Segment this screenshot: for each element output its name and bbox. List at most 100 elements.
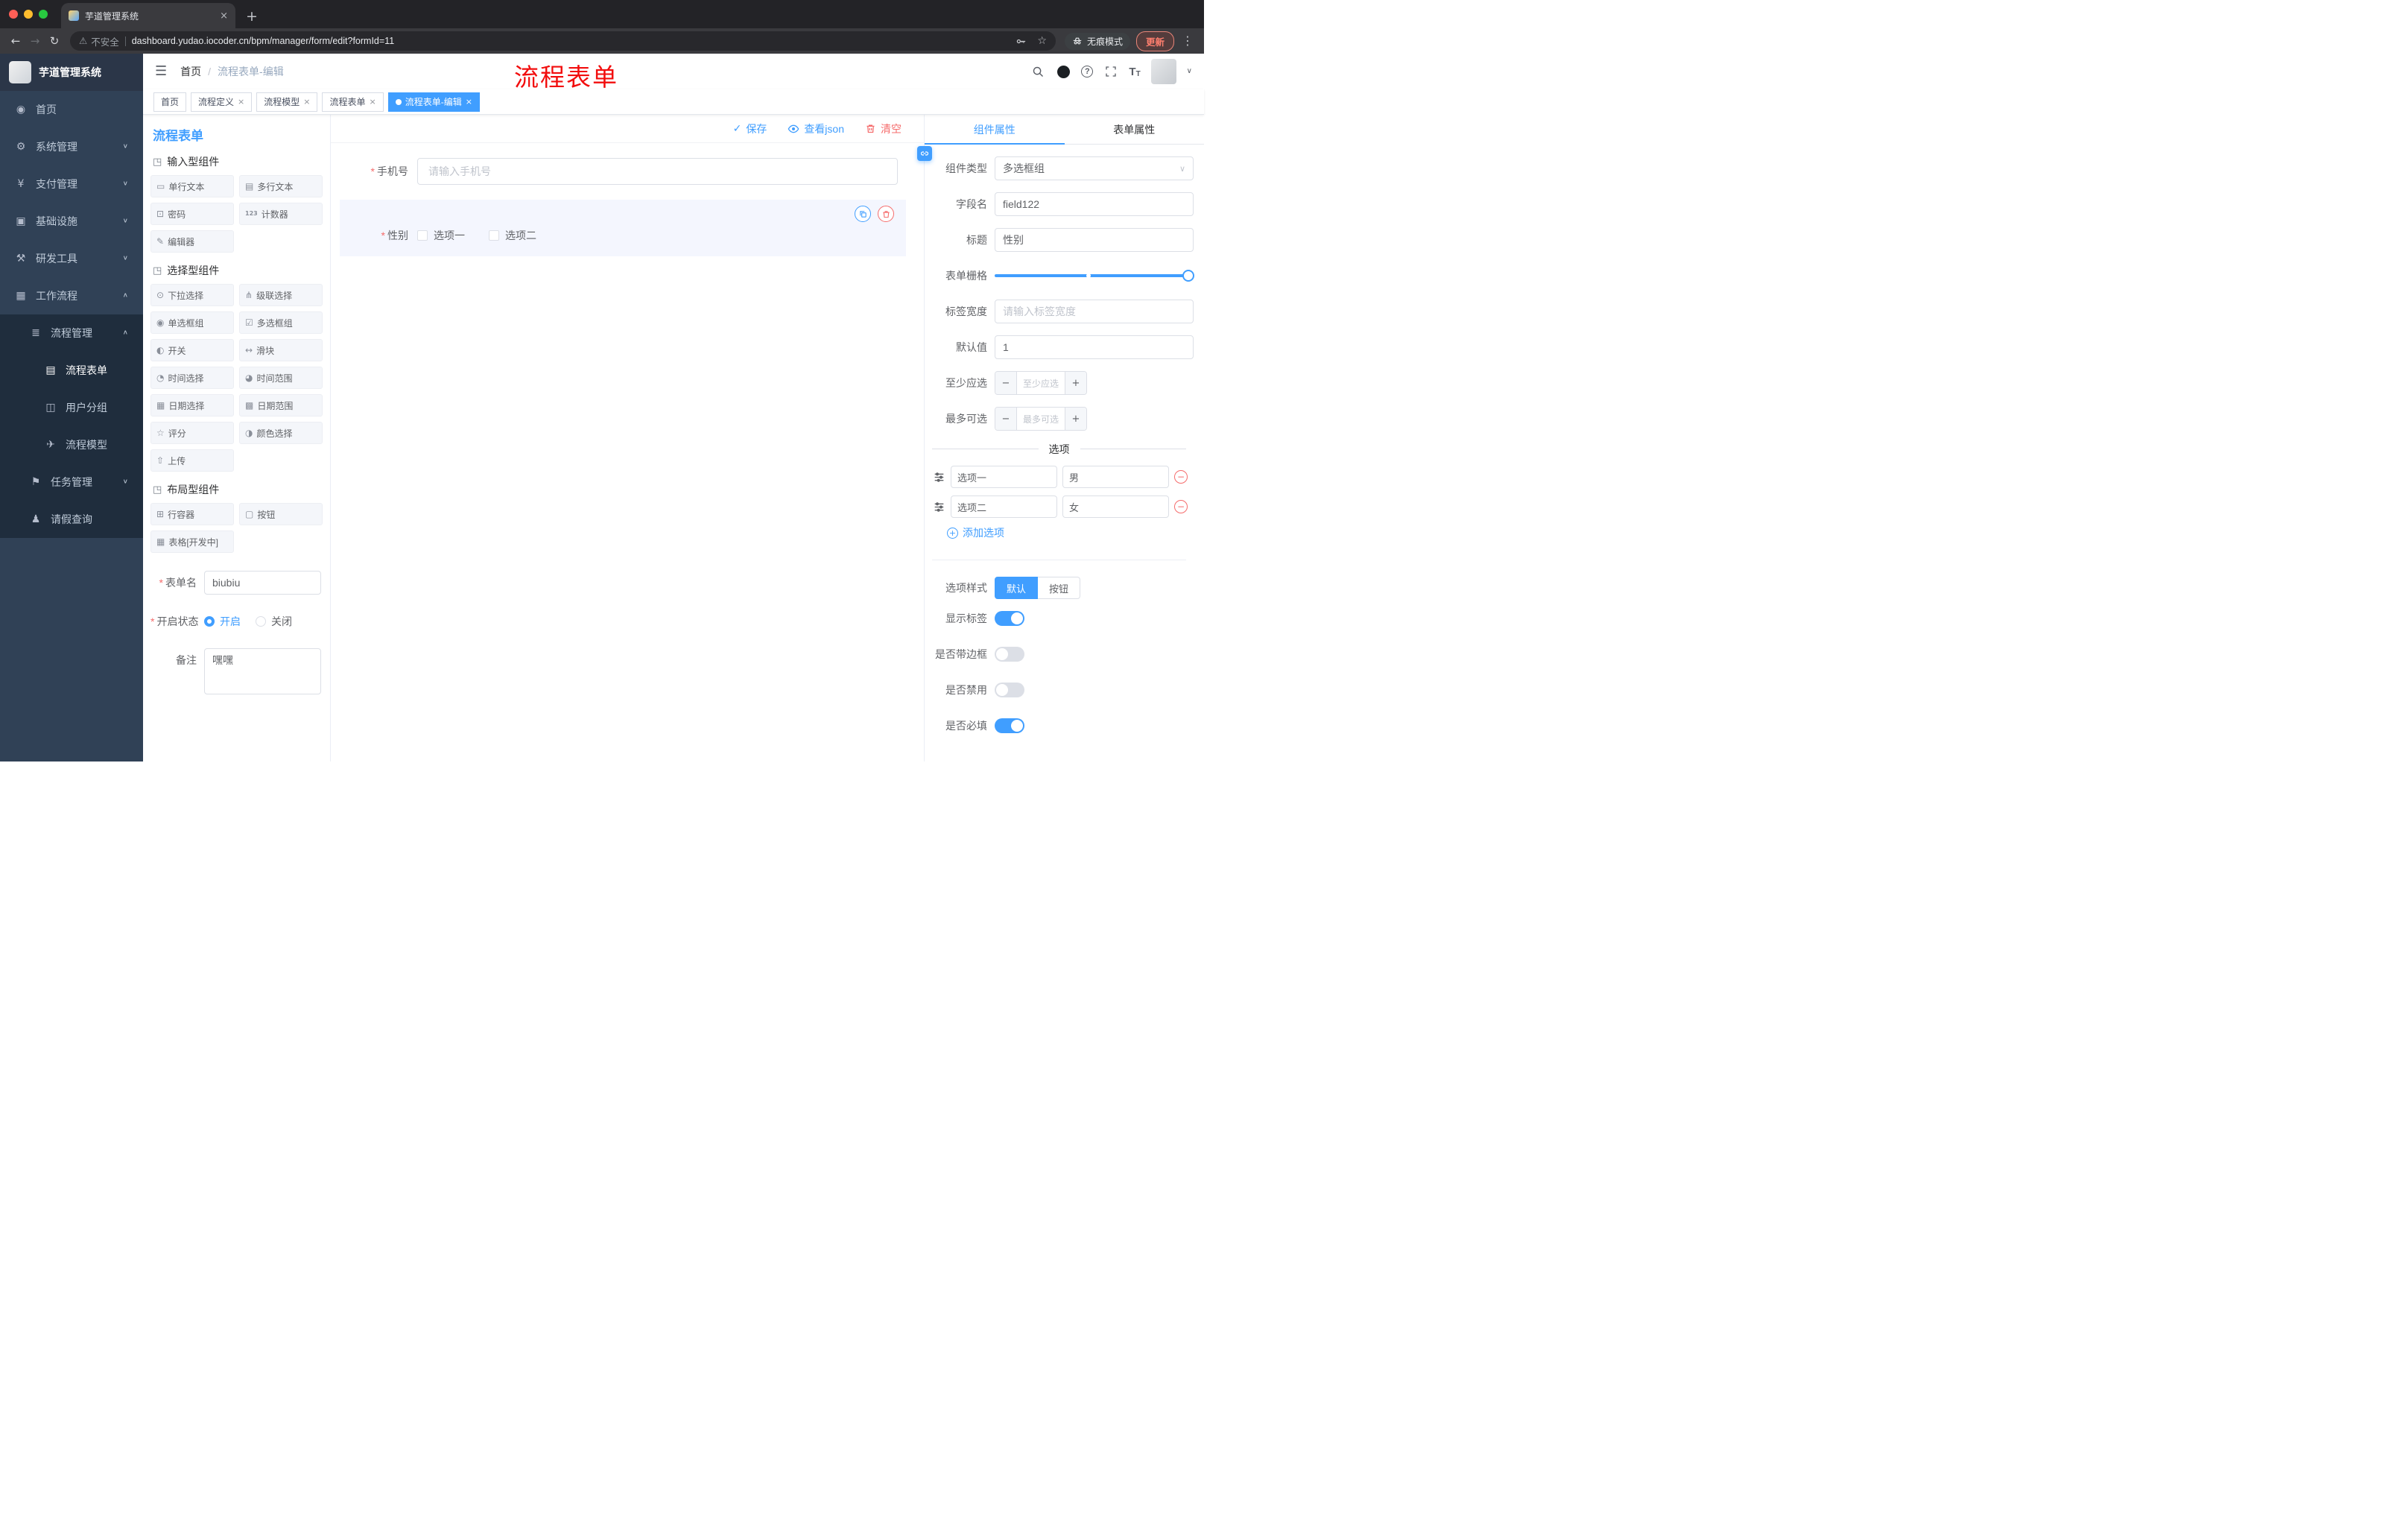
add-option-button[interactable]: + 添加选项 <box>947 525 1194 540</box>
save-button[interactable]: ✓ 保存 <box>733 121 767 136</box>
required-switch[interactable] <box>995 718 1024 733</box>
form-remark-textarea[interactable]: 嘿嘿 <box>204 648 321 694</box>
sidebar-collapse-icon[interactable]: ☰ <box>155 65 167 78</box>
palette-item-dropdown[interactable]: ⊙ 下拉选择 <box>150 284 234 306</box>
sidebar-item-user-group[interactable]: ◫ 用户分组 <box>0 389 143 426</box>
option-value-input[interactable] <box>1062 466 1169 488</box>
style-default-button[interactable]: 默认 <box>995 577 1039 599</box>
slider-knob[interactable] <box>1182 270 1194 282</box>
sidebar-item-workflow[interactable]: ▦ 工作流程 ∧ <box>0 277 143 314</box>
field-name-input[interactable] <box>995 192 1194 216</box>
reload-button[interactable]: ↻ <box>45 35 64 47</box>
palette-item-editor[interactable]: ✎ 编辑器 <box>150 230 234 253</box>
sidebar-item-home[interactable]: ◉ 首页 <box>0 91 143 128</box>
gender-option1-checkbox[interactable]: 选项一 <box>417 228 465 243</box>
palette-item-multi-line-text[interactable]: ▤ 多行文本 <box>239 175 323 197</box>
tag-process-model[interactable]: 流程模型 × <box>256 92 318 112</box>
sidebar-item-system[interactable]: ⚙ 系统管理 ∨ <box>0 128 143 165</box>
palette-item-table[interactable]: ▦ 表格[开发中] <box>150 531 234 553</box>
form-grid-slider[interactable] <box>995 264 1194 288</box>
tag-home[interactable]: 首页 <box>153 92 187 112</box>
browser-tab[interactable]: 芋道管理系统 × <box>61 3 235 28</box>
tag-process-form[interactable]: 流程表单 × <box>322 92 384 112</box>
palette-item-date-picker[interactable]: ▦ 日期选择 <box>150 394 234 417</box>
max-select-value[interactable]: 最多可选 <box>1016 408 1065 430</box>
selected-gender-field[interactable]: 性别 选项一 选项二 <box>340 200 906 256</box>
drag-handle-icon[interactable] <box>934 472 945 483</box>
forward-button[interactable]: → <box>25 35 45 47</box>
security-status[interactable]: ⚠ 不安全 <box>79 34 119 48</box>
palette-item-time-range[interactable]: ◕ 时间范围 <box>239 367 323 389</box>
sidebar-item-process-form[interactable]: ▤ 流程表单 <box>0 352 143 389</box>
sidebar-item-leave-query[interactable]: ♟ 请假查询 <box>0 501 143 538</box>
help-icon[interactable]: ? <box>1081 66 1094 77</box>
view-json-button[interactable]: 查看json <box>788 121 844 136</box>
palette-item-counter[interactable]: 123 计数器 <box>239 203 323 225</box>
disabled-switch[interactable] <box>995 683 1024 697</box>
sidebar-item-task-management[interactable]: ⚑ 任务管理 ∨ <box>0 463 143 501</box>
palette-item-row-container[interactable]: ⊞ 行容器 <box>150 503 234 525</box>
remove-option-button[interactable]: − <box>1174 470 1188 484</box>
search-icon[interactable] <box>1030 64 1045 79</box>
minimize-window-button[interactable] <box>24 10 33 19</box>
status-off-radio[interactable]: 关闭 <box>256 614 292 629</box>
min-select-value[interactable]: 至少应选 <box>1016 372 1065 394</box>
font-size-icon[interactable]: TT <box>1129 66 1140 78</box>
palette-item-color-picker[interactable]: ◑ 颜色选择 <box>239 422 323 444</box>
tab-close-icon[interactable]: × <box>220 11 228 21</box>
option-label-input[interactable] <box>951 466 1057 488</box>
sidebar-logo[interactable]: 芋道管理系统 <box>0 54 143 91</box>
increase-button[interactable]: + <box>1065 408 1086 430</box>
copy-field-button[interactable] <box>855 206 871 222</box>
decrease-button[interactable]: − <box>995 372 1016 394</box>
status-on-radio[interactable]: 开启 <box>204 614 241 629</box>
clear-button[interactable]: 清空 <box>865 121 902 136</box>
phone-input[interactable] <box>417 158 898 185</box>
phone-field-row[interactable]: 手机号 <box>340 158 906 185</box>
style-button-button[interactable]: 按钮 <box>1038 577 1081 599</box>
remove-option-button[interactable]: − <box>1174 500 1188 513</box>
palette-item-password[interactable]: ⊡ 密码 <box>150 203 234 225</box>
palette-item-rate[interactable]: ☆ 评分 <box>150 422 234 444</box>
label-width-input[interactable] <box>995 300 1194 323</box>
avatar[interactable] <box>1150 59 1176 84</box>
doc-link-chip[interactable] <box>917 146 932 161</box>
palette-item-time-picker[interactable]: ◔ 时间选择 <box>150 367 234 389</box>
address-bar[interactable]: ⚠ 不安全 dashboard.yudao.iocoder.cn/bpm/man… <box>70 31 1056 51</box>
title-input[interactable] <box>995 228 1194 252</box>
tag-process-form-edit[interactable]: 流程表单-编辑 × <box>387 92 480 112</box>
browser-menu-button[interactable]: ⋮ <box>1182 35 1194 47</box>
palette-item-switch[interactable]: ◐ 开关 <box>150 339 234 361</box>
increase-button[interactable]: + <box>1065 372 1086 394</box>
palette-item-cascader[interactable]: ⋔ 级联选择 <box>239 284 323 306</box>
update-button[interactable]: 更新 <box>1135 31 1174 51</box>
avatar-caret-icon[interactable]: ∨ <box>1187 68 1192 75</box>
bookmark-star-icon[interactable]: ☆ <box>1037 36 1047 46</box>
tab-component-props[interactable]: 组件属性 <box>925 115 1065 145</box>
sidebar-item-payment[interactable]: ¥ 支付管理 ∨ <box>0 165 143 203</box>
palette-item-slider[interactable]: ↔ 滑块 <box>239 339 323 361</box>
key-icon[interactable] <box>1013 34 1028 48</box>
drag-handle-icon[interactable] <box>934 501 945 513</box>
tag-process-definition[interactable]: 流程定义 × <box>191 92 253 112</box>
zoom-window-button[interactable] <box>39 10 48 19</box>
tag-close-icon[interactable]: × <box>466 98 472 106</box>
sidebar-item-process-model[interactable]: ✈ 流程模型 <box>0 426 143 463</box>
gender-option2-checkbox[interactable]: 选项二 <box>489 228 536 243</box>
palette-item-upload[interactable]: ⇧ 上传 <box>150 449 234 472</box>
border-switch[interactable] <box>995 647 1024 662</box>
github-icon[interactable] <box>1056 64 1071 79</box>
default-value-input[interactable] <box>995 335 1194 359</box>
sidebar-item-process-management[interactable]: ≣ 流程管理 ∧ <box>0 314 143 352</box>
show-label-switch[interactable] <box>995 611 1024 626</box>
tag-close-icon[interactable]: × <box>238 98 244 106</box>
option-label-input[interactable] <box>951 495 1057 518</box>
palette-item-radio-group[interactable]: ◉ 单选框组 <box>150 311 234 334</box>
tag-close-icon[interactable]: × <box>303 98 310 106</box>
tab-form-props[interactable]: 表单属性 <box>1065 115 1205 144</box>
close-window-button[interactable] <box>9 10 18 19</box>
form-name-input[interactable] <box>204 571 321 595</box>
tag-close-icon[interactable]: × <box>370 98 376 106</box>
back-button[interactable]: ← <box>6 35 25 47</box>
sidebar-item-devtools[interactable]: ⚒ 研发工具 ∨ <box>0 240 143 277</box>
